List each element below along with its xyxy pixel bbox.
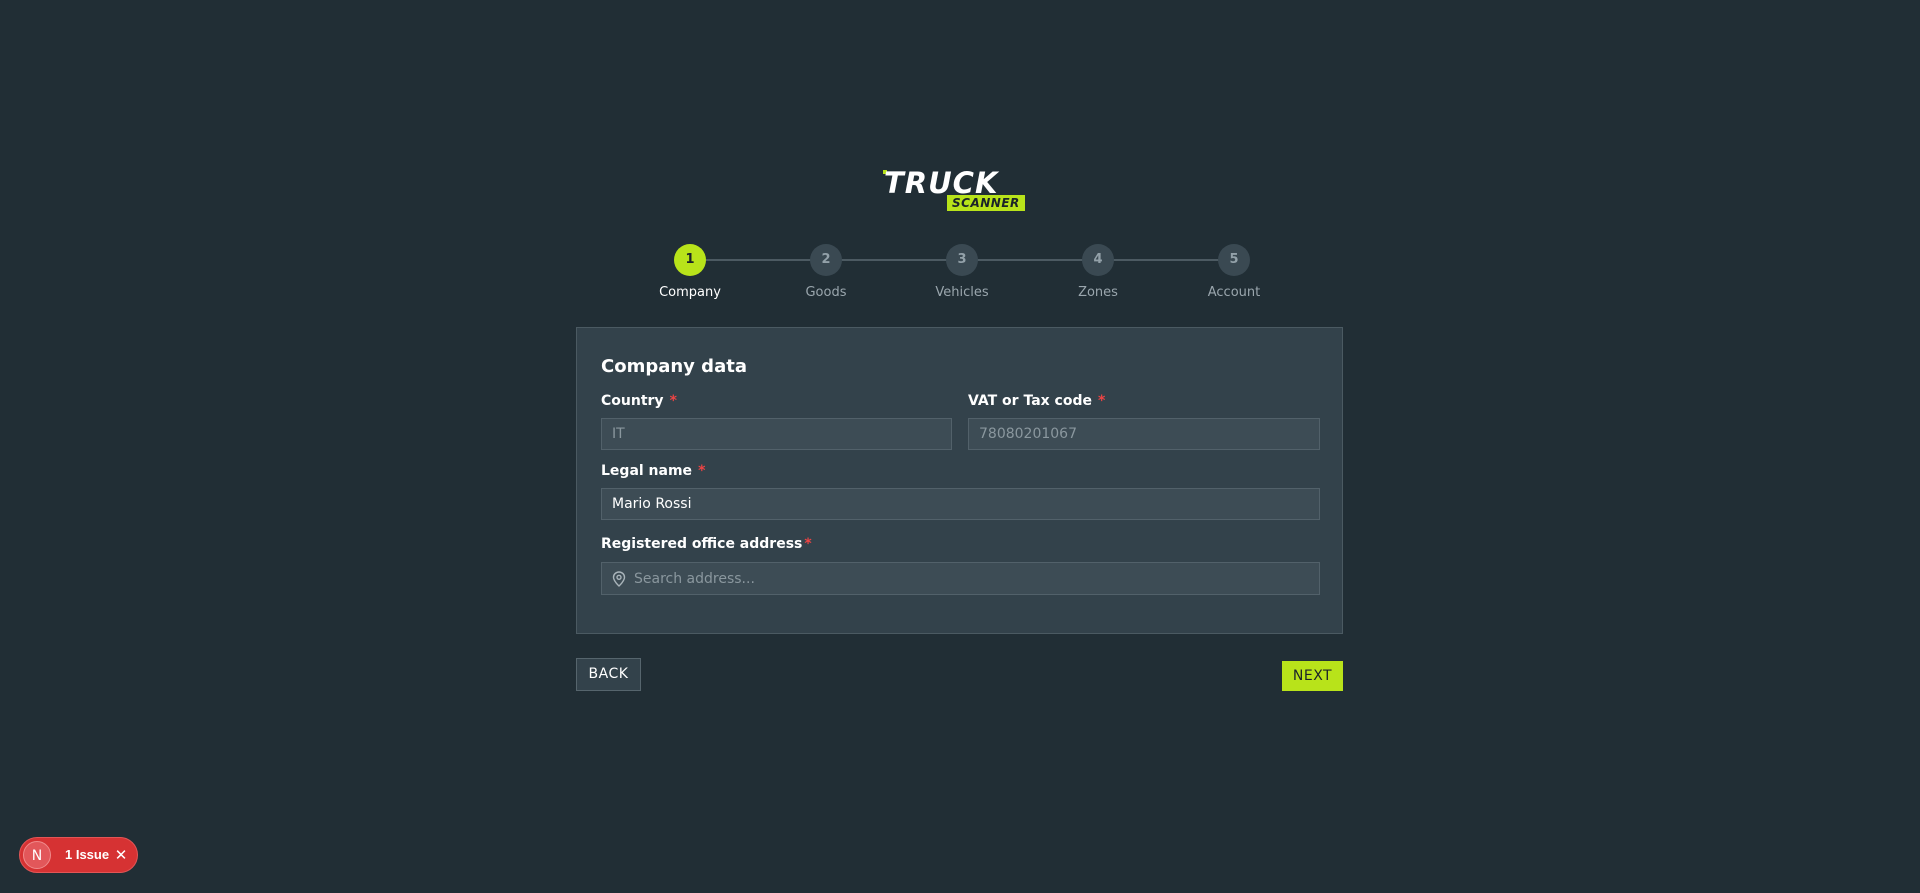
company-data-card: Company data Country * VAT or Tax code * L… [576, 327, 1343, 634]
address-label: Registered office address * [601, 536, 812, 552]
nextjs-logo-icon: N [23, 841, 51, 869]
step-number: 4 [1082, 244, 1114, 276]
close-icon[interactable]: ✕ [112, 846, 130, 864]
required-asterisk: * [1097, 393, 1106, 409]
step-number: 2 [810, 244, 842, 276]
step-label: Account [1207, 285, 1261, 300]
step-label: Goods [805, 285, 847, 300]
progress-stepper: 1 Company 2 Goods 3 Vehicles 4 Zones 5 A… [640, 244, 1640, 304]
step-number: 3 [946, 244, 978, 276]
step-label: Zones [1078, 285, 1118, 300]
required-asterisk: * [669, 393, 677, 409]
logo-sub: SCANNER [947, 195, 1025, 211]
vat-label-text: VAT or Tax code [968, 393, 1092, 409]
step-account[interactable]: 5 Account [1184, 244, 1284, 300]
country-label: Country * [601, 393, 677, 409]
step-goods[interactable]: 2 Goods [776, 244, 876, 300]
legal-name-label: Legal name * [601, 463, 705, 479]
required-asterisk: * [804, 536, 812, 552]
step-zones[interactable]: 4 Zones [1048, 244, 1148, 300]
onboarding-page: TRUCK SCANNER 1 Company 2 Goods 3 Vehicl… [0, 0, 1920, 893]
map-pin-icon [612, 571, 626, 587]
country-label-text: Country [601, 393, 664, 409]
country-input[interactable] [601, 418, 952, 450]
step-company[interactable]: 1 Company [640, 244, 740, 300]
vat-label: VAT or Tax code * [968, 393, 1105, 409]
required-asterisk: * [698, 463, 706, 479]
logo-word: TRUCK [884, 166, 999, 200]
issues-count-label[interactable]: 1 Issue [65, 838, 109, 872]
vat-input[interactable] [968, 418, 1320, 450]
next-button[interactable]: NEXT [1282, 661, 1343, 691]
legal-name-input[interactable] [601, 488, 1320, 520]
issues-badge[interactable]: N 1 Issue ✕ [19, 837, 138, 873]
card-title: Company data [601, 356, 747, 377]
step-vehicles[interactable]: 3 Vehicles [912, 244, 1012, 300]
truck-scanner-logo: TRUCK SCANNER [883, 166, 1036, 212]
step-label: Company [659, 285, 721, 300]
address-search-input[interactable] [632, 563, 1316, 594]
legal-name-label-text: Legal name [601, 463, 693, 479]
address-search-field[interactable] [601, 562, 1320, 595]
back-button[interactable]: BACK [576, 658, 641, 691]
step-number: 1 [674, 244, 706, 276]
step-number: 5 [1218, 244, 1250, 276]
step-label: Vehicles [935, 285, 989, 300]
address-label-text: Registered office address [601, 536, 803, 552]
